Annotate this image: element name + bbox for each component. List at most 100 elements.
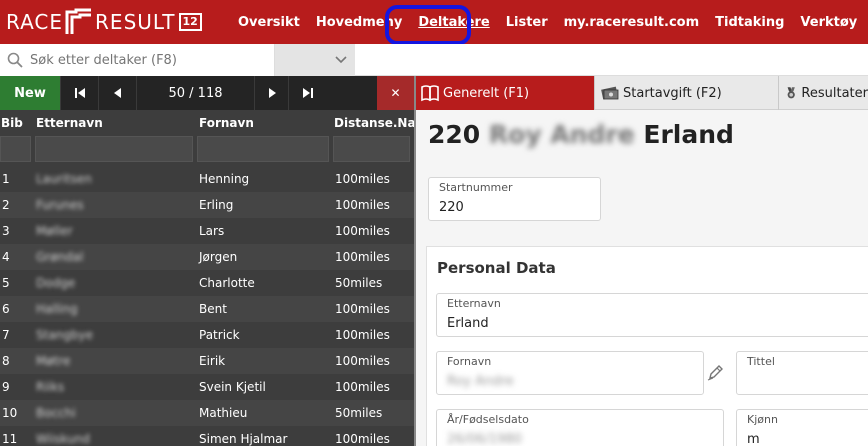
last-page-icon	[302, 88, 313, 98]
first-page-icon	[74, 88, 85, 98]
nav-my-raceresult[interactable]: my.raceresult.com	[556, 0, 707, 44]
table-row[interactable]: 1 Lauritsen Henning 100miles	[0, 166, 414, 192]
tab-generelt-label: Generelt (F1)	[443, 85, 530, 101]
clear-filter-button[interactable]: ✕	[377, 76, 414, 110]
personal-data-card: Personal Data Etternavn Erland Fornavn R…	[426, 246, 868, 446]
cell-fornavn: Eirik	[199, 354, 226, 368]
cell-fornavn: Charlotte	[199, 276, 255, 290]
prev-page-icon	[113, 88, 121, 98]
participant-detail: 220 Roy Andre Erland Startnummer 220 Per…	[416, 110, 868, 446]
cell-etternavn: Bocchi	[36, 406, 76, 420]
fornavn-label: Fornavn	[447, 355, 492, 368]
cell-distanse: 100miles	[335, 198, 390, 212]
tab-startavgift[interactable]: Startavgift (F2)	[600, 76, 778, 110]
startnummer-field[interactable]: Startnummer 220	[428, 177, 601, 221]
birthdate-field[interactable]: År/Fødselsdato 26/06/1980	[436, 409, 724, 446]
next-page-button[interactable]	[254, 76, 288, 110]
filter-etternavn[interactable]	[35, 136, 193, 162]
logo-mark-icon	[65, 8, 92, 34]
cell-etternavn: Møller	[36, 224, 73, 238]
search-dropdown[interactable]	[275, 44, 355, 76]
cell-distanse: 100miles	[335, 302, 390, 316]
cell-etternavn: Stangbye	[36, 328, 93, 342]
table-row[interactable]: 4 Grøndal Jørgen 100miles	[0, 244, 414, 270]
prev-page-button[interactable]	[98, 76, 136, 110]
cell-fornavn: Jørgen	[199, 250, 238, 264]
etternavn-label: Etternavn	[447, 297, 501, 310]
cell-bib: 10	[2, 406, 18, 420]
cell-bib: 6	[2, 302, 10, 316]
cell-distanse: 100miles	[335, 172, 390, 186]
title-bib: 220	[428, 120, 481, 149]
cell-bib: 11	[2, 432, 18, 446]
table-row[interactable]: 8 Møtre Eirik 100miles	[0, 348, 414, 374]
search-box	[0, 44, 275, 76]
table-row[interactable]: 7 Stangbye Patrick 100miles	[0, 322, 414, 348]
cell-fornavn: Bent	[199, 302, 227, 316]
tab-divider	[594, 76, 595, 110]
search-icon	[7, 52, 23, 68]
first-page-button[interactable]	[60, 76, 98, 110]
cell-bib: 1	[2, 172, 10, 186]
table-row[interactable]: 5 Dodge Charlotte 50miles	[0, 270, 414, 296]
tab-generelt[interactable]: Generelt (F1)	[416, 76, 594, 110]
table-row[interactable]: 6 Halling Bent 100miles	[0, 296, 414, 322]
cell-etternavn: Møtre	[36, 354, 71, 368]
column-header-bib[interactable]: Bib	[1, 116, 23, 130]
etternavn-value: Erland	[447, 316, 489, 331]
cell-distanse: 100miles	[335, 250, 390, 264]
cell-etternavn: Wiiskund	[36, 432, 90, 446]
book-icon	[421, 85, 439, 102]
etternavn-field[interactable]: Etternavn Erland	[436, 293, 868, 337]
medal-icon	[787, 87, 795, 99]
nav-oversikt[interactable]: Oversikt	[230, 0, 308, 44]
tittel-field[interactable]: Tittel	[736, 351, 868, 395]
new-participant-button[interactable]: New	[0, 76, 60, 110]
cell-distanse: 100miles	[335, 432, 390, 446]
nav-verktoy[interactable]: Verktøy	[792, 0, 865, 44]
table-row[interactable]: 2 Furunes Erling 100miles	[0, 192, 414, 218]
logo-text-race: RACE	[6, 10, 64, 34]
cell-distanse: 100miles	[335, 380, 390, 394]
cell-bib: 7	[2, 328, 10, 342]
startnummer-label: Startnummer	[439, 181, 513, 194]
nav-tidtaking[interactable]: Tidtaking	[707, 0, 792, 44]
table-row[interactable]: 3 Møller Lars 100miles	[0, 218, 414, 244]
personal-data-title: Personal Data	[437, 259, 556, 277]
title-last-name: Erland	[643, 120, 734, 149]
cell-fornavn: Simen Hjalmar	[199, 432, 288, 446]
title-first-name: Roy Andre	[488, 120, 635, 149]
last-page-button[interactable]	[288, 76, 326, 110]
cell-etternavn: Dodge	[36, 276, 76, 290]
column-header-distanse[interactable]: Distanse.Na	[334, 116, 416, 130]
edit-pen-icon[interactable]	[707, 363, 725, 381]
logo-version-badge: 12	[178, 13, 202, 31]
participant-search-input[interactable]	[30, 50, 270, 70]
table-row[interactable]: 10 Bocchi Mathieu 50miles	[0, 400, 414, 426]
nav-lister[interactable]: Lister	[498, 0, 556, 44]
column-header-fornavn[interactable]: Fornavn	[199, 116, 254, 130]
column-header-etternavn[interactable]: Etternavn	[36, 116, 103, 130]
cell-distanse: 100miles	[335, 328, 390, 342]
gender-value: m	[747, 432, 760, 446]
table-row[interactable]: 11 Wiiskund Simen Hjalmar 100miles	[0, 426, 414, 446]
tab-resultater[interactable]: Resultater	[780, 76, 868, 110]
tab-resultater-label: Resultater	[801, 85, 868, 101]
filter-bib[interactable]	[0, 136, 31, 162]
filter-distanse[interactable]	[333, 136, 410, 162]
pager-indicator: 50 / 118	[136, 76, 254, 110]
cell-etternavn: Furunes	[36, 198, 84, 212]
table-row[interactable]: 9 Riiks Svein Kjetil 100miles	[0, 374, 414, 400]
participant-title: 220 Roy Andre Erland	[428, 120, 734, 149]
birthdate-label: År/Fødselsdato	[447, 413, 529, 426]
filter-fornavn[interactable]	[197, 136, 329, 162]
logo[interactable]: RACE RESULT 12	[6, 5, 202, 39]
cell-etternavn: Riiks	[36, 380, 65, 394]
tab-divider	[778, 76, 779, 110]
cell-bib: 9	[2, 380, 10, 394]
birthdate-value: 26/06/1980	[447, 432, 522, 446]
highlight-annotation	[385, 5, 471, 45]
gender-field[interactable]: Kjønn m	[736, 409, 868, 446]
fornavn-field[interactable]: Fornavn Roy Andre	[436, 351, 704, 395]
cell-fornavn: Lars	[199, 224, 225, 238]
